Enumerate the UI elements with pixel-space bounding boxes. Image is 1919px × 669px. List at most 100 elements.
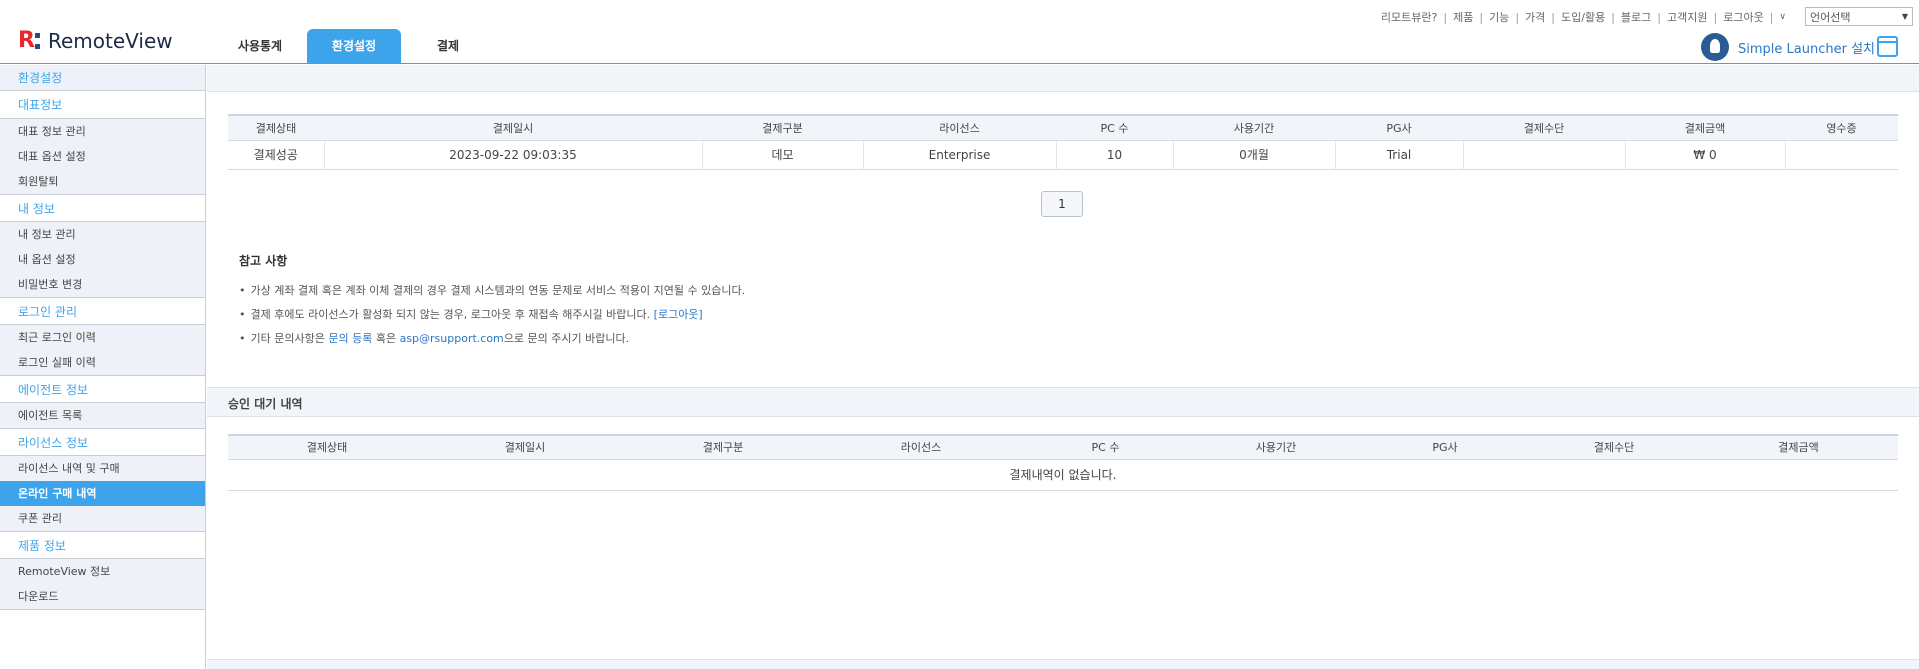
- payment-table: 결제상태 결제일시 결제구분 라이선스 PC 수 사용기간 PG사 결제수단 결…: [228, 114, 1898, 170]
- note-text: 결제 후에도 라이선스가 활성화 되지 않는 경우, 로그아웃 후 재접속 해주…: [250, 308, 651, 321]
- note-text: 혹은: [375, 332, 397, 345]
- tab-settings[interactable]: 환경설정: [307, 29, 401, 64]
- language-select[interactable]: 언어선택 ▼: [1805, 7, 1913, 26]
- column-header: 사용기간: [1191, 434, 1361, 460]
- sidebar-section-agent[interactable]: 에이전트 정보: [0, 375, 205, 403]
- sidebar-item-rep-options[interactable]: 대표 옵션 설정: [0, 144, 205, 169]
- logout-link[interactable]: [로그아웃]: [654, 308, 703, 321]
- column-header: 결제수단: [1529, 434, 1699, 460]
- note-text: 으로 문의 주시기 바랍니다.: [503, 332, 630, 345]
- launcher-label: Simple Launcher 설치: [1738, 41, 1875, 57]
- sidebar-item-my-options[interactable]: 내 옵션 설정: [0, 247, 205, 272]
- sidebar-section-my-info[interactable]: 내 정보: [0, 194, 205, 222]
- util-link-blog[interactable]: 블로그: [1621, 9, 1651, 25]
- column-header: 사용기간: [1173, 114, 1335, 141]
- sidebar-section-login[interactable]: 로그인 관리: [0, 297, 205, 325]
- sidebar-item-withdraw[interactable]: 회원탈퇴: [0, 169, 205, 194]
- language-select-value: 언어선택: [1810, 10, 1851, 24]
- brand-name: RemoteView: [48, 29, 173, 53]
- sidebar-item-change-password[interactable]: 비밀번호 변경: [0, 272, 205, 297]
- sidebar-item-login-failures[interactable]: 로그인 실패 이력: [0, 350, 205, 375]
- email-link[interactable]: asp@rsupport.com: [400, 332, 504, 345]
- header: R RemoteView 사용통계 환경설정 결제 리모트뷰란? | 제품 | 기능…: [0, 0, 1919, 64]
- page-button[interactable]: 1: [1041, 191, 1083, 217]
- column-header: 라이선스: [822, 434, 1020, 460]
- pending-table: 결제상태 결제일시 결제구분 라이선스 PC 수 사용기간 PG사 결제수단 결…: [228, 434, 1898, 491]
- column-header: 라이선스: [863, 114, 1056, 141]
- table-row: 결제내역이 없습니다.: [228, 459, 1898, 491]
- sidebar-item-license-history[interactable]: 라이선스 내역 및 구매: [0, 456, 205, 481]
- cell-amount: ₩ 0: [1625, 140, 1786, 170]
- util-link-product[interactable]: 제품: [1453, 9, 1473, 25]
- note-text: 기타 문의사항은: [250, 332, 325, 345]
- rocket-icon: [1701, 33, 1729, 61]
- chevron-down-icon[interactable]: ∨: [1779, 12, 1786, 22]
- sidebar-item-online-purchases[interactable]: 온라인 구매 내역: [0, 481, 205, 506]
- sidebar-item-remoteview-info[interactable]: RemoteView 정보: [0, 559, 205, 584]
- column-header: 결제구분: [624, 434, 822, 460]
- empty-message: 결제내역이 없습니다.: [228, 459, 1898, 491]
- note-item: 결제 후에도 라이선스가 활성화 되지 않는 경우, 로그아웃 후 재접속 해주…: [239, 303, 745, 327]
- sidebar-item-rep-info[interactable]: 대표 정보 관리: [0, 119, 205, 144]
- column-header: 결제일시: [324, 114, 702, 141]
- simple-launcher-button[interactable]: Simple Launcher 설치: [1701, 33, 1875, 61]
- column-header: 결제수단: [1463, 114, 1625, 141]
- note-item: 기타 문의사항은 문의 등록 혹은 asp@rsupport.com으로 문의 …: [239, 327, 745, 351]
- sidebar-item-recent-login[interactable]: 최근 로그인 이력: [0, 325, 205, 350]
- sidebar-section-product[interactable]: 제품 정보: [0, 531, 205, 559]
- cell-pc-count: 10: [1056, 140, 1174, 170]
- util-link-pricing[interactable]: 가격: [1525, 9, 1545, 25]
- column-header: PG사: [1361, 434, 1529, 460]
- tab-payment[interactable]: 결제: [401, 29, 495, 64]
- sidebar-root[interactable]: 환경설정: [0, 65, 205, 91]
- cell-method: [1463, 140, 1626, 170]
- note-text: 가상 계좌 결제 혹은 계좌 이체 결제의 경우 결제 시스템과의 연동 문제로…: [250, 284, 746, 297]
- window-icon[interactable]: [1877, 36, 1898, 57]
- column-header: 결제금액: [1699, 434, 1898, 460]
- column-header: 결제일시: [426, 434, 624, 460]
- table-header-row: 결제상태 결제일시 결제구분 라이선스 PC 수 사용기간 PG사 결제수단 결…: [228, 434, 1898, 460]
- sidebar-item-agent-list[interactable]: 에이전트 목록: [0, 403, 205, 428]
- note-item: 가상 계좌 결제 혹은 계좌 이체 결제의 경우 결제 시스템과의 연동 문제로…: [239, 279, 746, 303]
- util-link-support[interactable]: 고객지원: [1667, 9, 1707, 25]
- cell-type: 데모: [702, 140, 864, 170]
- column-header: 결제상태: [228, 434, 426, 460]
- table-header-row: 결제상태 결제일시 결제구분 라이선스 PC 수 사용기간 PG사 결제수단 결…: [228, 114, 1898, 141]
- cell-datetime: 2023-09-22 09:03:35: [324, 140, 703, 170]
- brand-logo[interactable]: R RemoteView: [18, 28, 173, 54]
- column-header: 영수증: [1785, 114, 1898, 141]
- column-header: PC 수: [1020, 434, 1191, 460]
- inquiry-link[interactable]: 문의 등록: [328, 332, 372, 345]
- footer-bar: [207, 659, 1919, 669]
- content-topbar: [207, 65, 1919, 92]
- logo-mark-icon: R: [18, 30, 48, 52]
- cell-license: Enterprise: [863, 140, 1057, 170]
- cell-pg: Trial: [1335, 140, 1464, 170]
- cell-receipt: [1785, 140, 1898, 170]
- util-link-about[interactable]: 리모트뷰란?: [1381, 9, 1437, 25]
- cell-period: 0개월: [1173, 140, 1336, 170]
- pending-section-header: 승인 대기 내역: [207, 387, 1919, 417]
- main-content: 결제상태 결제일시 결제구분 라이선스 PC 수 사용기간 PG사 결제수단 결…: [207, 65, 1919, 669]
- cell-status: 결제성공: [228, 140, 325, 170]
- util-link-features[interactable]: 기능: [1489, 9, 1509, 25]
- column-header: PG사: [1335, 114, 1463, 141]
- sidebar-item-my-info[interactable]: 내 정보 관리: [0, 222, 205, 247]
- sidebar-section-license[interactable]: 라이선스 정보: [0, 428, 205, 456]
- column-header: PC 수: [1056, 114, 1173, 141]
- notes-section: 참고 사항 가상 계좌 결제 혹은 계좌 이체 결제의 경우 결제 시스템과의 …: [239, 252, 745, 351]
- sidebar-item-coupons[interactable]: 쿠폰 관리: [0, 506, 205, 531]
- column-header: 결제상태: [228, 114, 324, 141]
- tab-usage-stats[interactable]: 사용통계: [213, 29, 307, 64]
- sidebar-item-download[interactable]: 다운로드: [0, 584, 205, 609]
- pending-title: 승인 대기 내역: [228, 397, 303, 411]
- global-nav: 사용통계 환경설정 결제: [213, 29, 495, 64]
- utility-links: 리모트뷰란? | 제품 | 기능 | 가격 | 도입/활용 | 블로그 | 고객지원 | 로그…: [1380, 9, 1786, 25]
- column-header: 결제구분: [702, 114, 863, 141]
- util-link-adoption[interactable]: 도입/활용: [1561, 9, 1605, 25]
- util-link-logout[interactable]: 로그아웃: [1723, 9, 1763, 25]
- chevron-down-icon: ▼: [1901, 12, 1908, 21]
- sidebar-section-representative[interactable]: 대표정보: [0, 91, 205, 119]
- sidebar: 환경설정 대표정보 대표 정보 관리 대표 옵션 설정 회원탈퇴 내 정보 내 …: [0, 65, 206, 669]
- notes-title: 참고 사항: [239, 254, 288, 268]
